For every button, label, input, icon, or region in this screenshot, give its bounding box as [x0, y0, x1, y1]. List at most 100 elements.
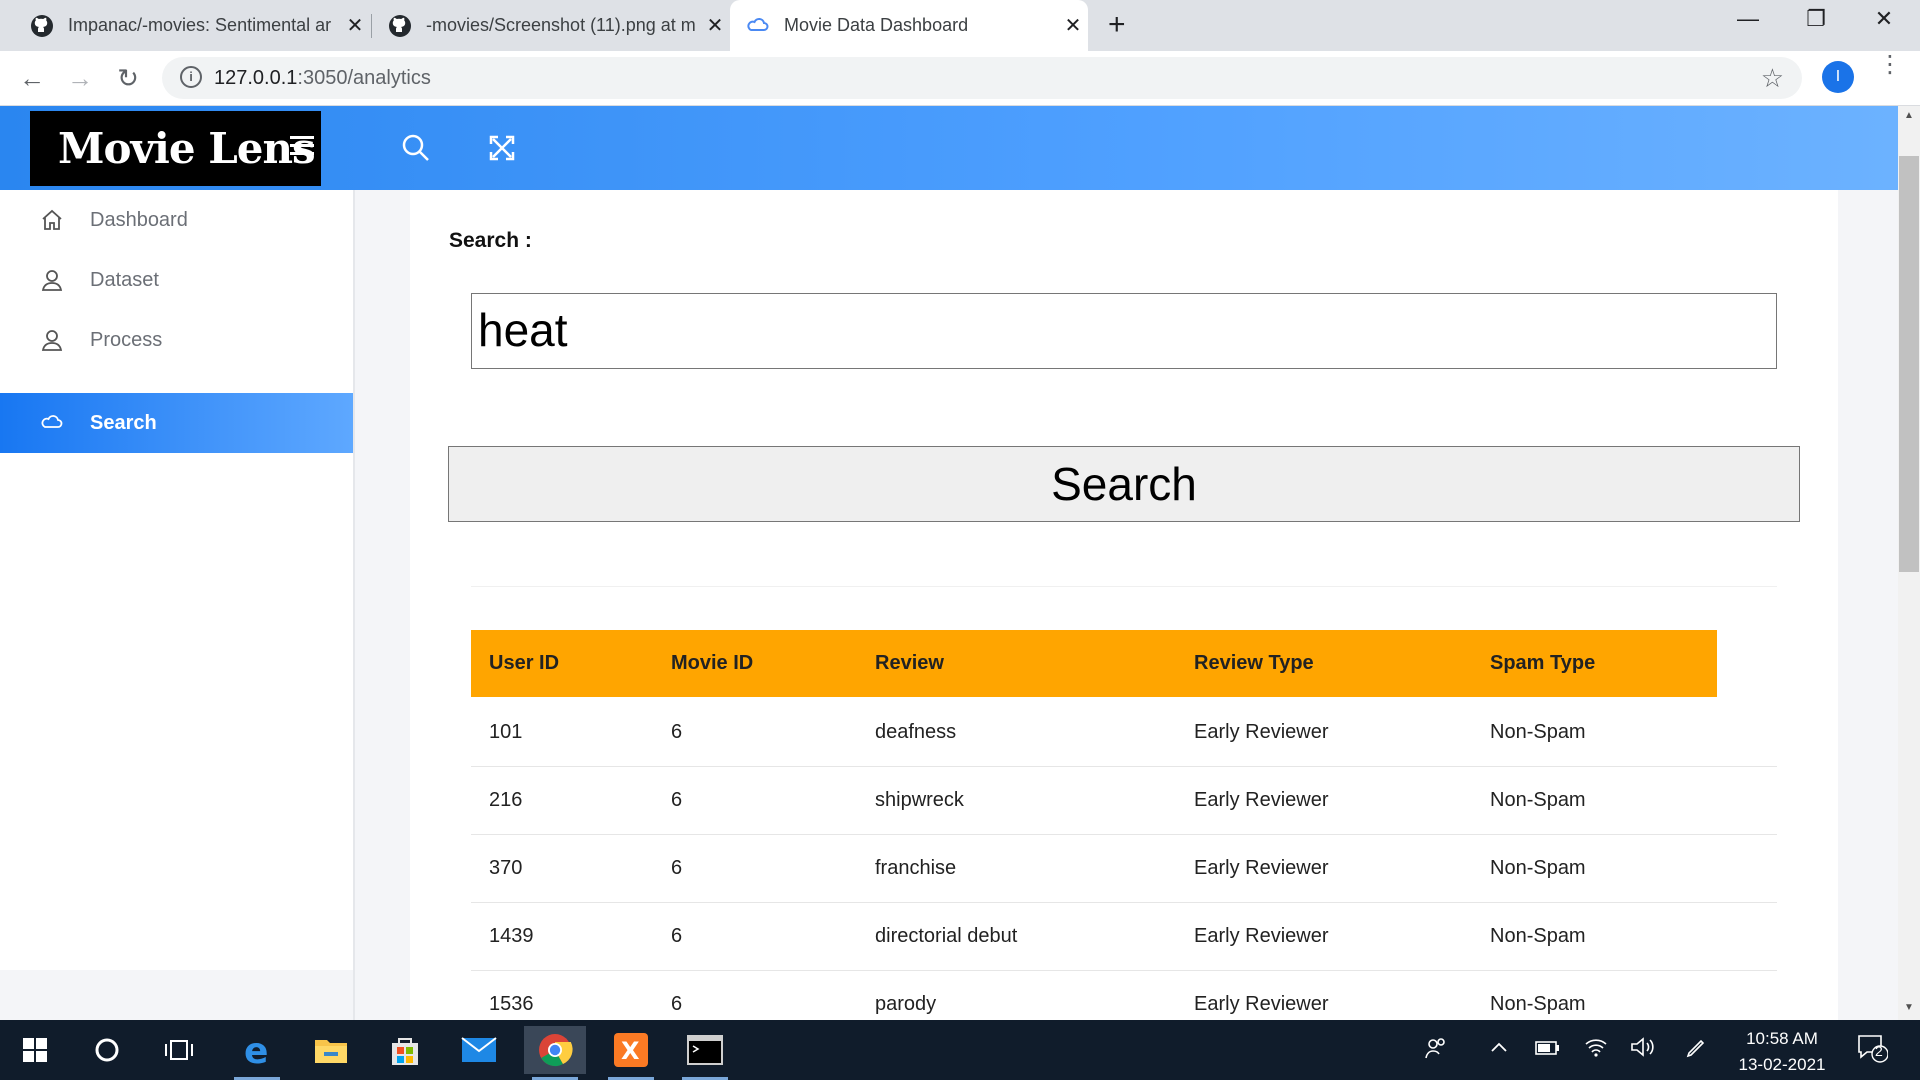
user-icon [41, 330, 63, 351]
tab-title: Impanac/-movies: Sentimental ar [68, 15, 332, 35]
sidebar-item-label: Process [90, 328, 163, 351]
sidebar-item-process[interactable]: Process [0, 310, 353, 370]
tab-title: -movies/Screenshot (11).png at m [426, 15, 696, 35]
svg-text:X: X [621, 1037, 640, 1065]
cell-movie-id: 6 [671, 993, 683, 1015]
sidebar-item-search[interactable]: Search [0, 393, 353, 453]
xampp-icon[interactable]: X [600, 1026, 662, 1080]
sidebar-item-label: Search [90, 411, 157, 434]
cell-spam-type: Non-Spam [1490, 925, 1586, 947]
clock-time: 10:58 AM [1746, 1029, 1818, 1048]
cell-spam-type: Non-Spam [1490, 721, 1586, 743]
divider [471, 586, 1777, 587]
close-tab-icon[interactable]: ✕ [1058, 13, 1088, 38]
column-header-movie-id[interactable]: Movie ID [671, 630, 753, 697]
cell-review-type: Early Reviewer [1194, 789, 1329, 811]
url-text[interactable]: 127.0.0.1:3050/analytics [214, 67, 431, 90]
window-close-icon[interactable]: ✕ [1854, 6, 1914, 32]
browser-tab[interactable]: Impanac/-movies: Sentimental ar ✕ [0, 0, 370, 51]
fullscreen-icon[interactable] [484, 130, 520, 166]
file-explorer-icon[interactable] [300, 1026, 362, 1074]
show-hidden-icons-icon[interactable] [1488, 1036, 1510, 1064]
new-tab-icon[interactable]: + [1108, 8, 1126, 42]
cell-movie-id: 6 [671, 789, 683, 811]
github-icon [389, 14, 411, 37]
task-view-icon[interactable] [148, 1026, 210, 1074]
sidebar-item-dashboard[interactable]: Dashboard [0, 190, 353, 250]
hamburger-menu-icon[interactable] [290, 136, 314, 160]
cell-review: franchise [875, 857, 957, 879]
app-logo: Movie Lens [30, 111, 321, 186]
notification-count: 2 [1875, 1043, 1883, 1059]
cell-movie-id: 6 [671, 857, 683, 879]
sidebar-item-label: Dataset [90, 268, 159, 291]
sidebar-item-dataset[interactable]: Dataset [0, 250, 353, 310]
app-header: Movie Lens [0, 106, 1898, 190]
column-header-spam-type[interactable]: Spam Type [1490, 630, 1595, 697]
cell-spam-type: Non-Spam [1490, 993, 1586, 1015]
info-icon[interactable]: i [180, 66, 202, 88]
cell-spam-type: Non-Spam [1490, 789, 1586, 811]
cell-review-type: Early Reviewer [1194, 993, 1329, 1015]
table-row: 1439 6 directorial debut Early Reviewer … [471, 902, 1777, 971]
pen-ink-icon[interactable] [1684, 1036, 1708, 1066]
edge-browser-icon[interactable]: e [226, 1026, 288, 1080]
cell-user-id: 1439 [489, 925, 534, 947]
wifi-icon[interactable] [1584, 1036, 1608, 1064]
url-host: 127.0.0.1 [214, 67, 298, 89]
cell-user-id: 370 [489, 857, 523, 879]
tab-title: Movie Data Dashboard [784, 15, 969, 35]
table-row: 101 6 deafness Early Reviewer Non-Spam [471, 698, 1777, 767]
home-icon [42, 209, 62, 230]
cell-review-type: Early Reviewer [1194, 721, 1329, 743]
search-input[interactable]: heat [471, 293, 1777, 369]
browser-toolbar: ← → ↻ i 127.0.0.1:3050/analytics ☆ I ⋮ [0, 51, 1920, 106]
people-icon[interactable] [1424, 1036, 1448, 1066]
cell-review: deafness [875, 721, 957, 743]
back-icon[interactable]: ← [14, 60, 50, 96]
search-button[interactable]: Search [448, 446, 1800, 522]
github-icon [31, 14, 53, 37]
bookmark-star-icon[interactable]: ☆ [1761, 63, 1784, 94]
column-header-user-id[interactable]: User ID [489, 630, 559, 697]
svg-text:e: e [244, 1033, 268, 1067]
windows-taskbar: e X 10:58 AM 13-02-2021 2 [0, 1020, 1920, 1080]
restore-icon[interactable]: ❐ [1786, 6, 1846, 32]
scroll-up-icon[interactable]: ▲ [1898, 110, 1920, 121]
chrome-icon[interactable] [524, 1026, 586, 1080]
windows-start-icon[interactable] [4, 1026, 66, 1074]
menu-dots-icon[interactable]: ⋮ [1878, 53, 1902, 77]
cloud-icon [747, 17, 769, 31]
reload-icon[interactable]: ↻ [110, 60, 146, 96]
mail-icon[interactable] [448, 1026, 510, 1074]
table-row: 216 6 shipwreck Early Reviewer Non-Spam [471, 766, 1777, 835]
close-tab-icon[interactable]: ✕ [340, 13, 370, 38]
column-header-review[interactable]: Review [875, 630, 944, 697]
cell-review: parody [875, 993, 937, 1015]
cortana-search-icon[interactable] [76, 1026, 138, 1074]
sidebar: Dashboard Dataset Process Search [0, 190, 355, 1020]
browser-tab[interactable]: -movies/Screenshot (11).png at m ✕ [372, 0, 730, 51]
cell-user-id: 1536 [489, 993, 534, 1015]
cloud-icon [41, 415, 63, 428]
minimize-icon[interactable]: — [1718, 6, 1778, 32]
volume-icon[interactable] [1630, 1036, 1656, 1064]
address-bar[interactable]: i 127.0.0.1:3050/analytics ☆ [162, 57, 1802, 99]
search-icon[interactable] [398, 130, 434, 166]
forward-icon[interactable]: → [62, 60, 98, 96]
profile-avatar[interactable]: I [1822, 61, 1854, 93]
microsoft-store-icon[interactable] [374, 1026, 436, 1074]
browser-tab-active[interactable]: Movie Data Dashboard ✕ [730, 0, 1088, 51]
cell-user-id: 216 [489, 789, 523, 811]
scrollbar-thumb[interactable] [1899, 156, 1919, 572]
url-path: :3050/analytics [297, 67, 431, 89]
scroll-down-icon[interactable]: ▼ [1898, 1002, 1920, 1013]
cell-movie-id: 6 [671, 925, 683, 947]
column-header-review-type[interactable]: Review Type [1194, 630, 1314, 697]
battery-icon[interactable] [1534, 1036, 1560, 1064]
system-clock[interactable]: 10:58 AM 13-02-2021 [1722, 1026, 1842, 1078]
close-tab-icon[interactable]: ✕ [700, 13, 730, 38]
command-prompt-icon[interactable] [674, 1026, 736, 1080]
notification-center-icon[interactable]: 2 [1856, 1032, 1889, 1070]
sidebar-footer [0, 970, 353, 1020]
